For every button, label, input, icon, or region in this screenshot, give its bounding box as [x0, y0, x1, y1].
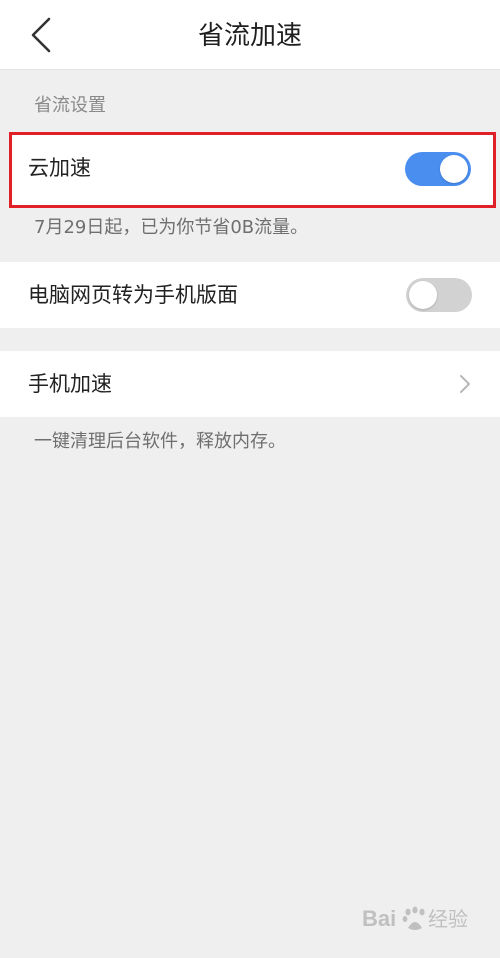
section-label-traffic-settings: 省流设置	[34, 95, 106, 116]
baidu-jingyan-watermark: Bai 经验	[362, 902, 484, 940]
svg-text:经验: 经验	[428, 908, 468, 931]
page-title: 省流加速	[197, 21, 302, 51]
desktop-to-mobile-toggle[interactable]	[406, 278, 472, 312]
phone-accel-hint: 一键清理后台软件，释放内存。	[34, 431, 286, 452]
phone-accel-row[interactable]: 手机加速	[0, 351, 500, 417]
desktop-to-mobile-row[interactable]: 电脑网页转为手机版面	[0, 262, 500, 328]
cloud-accel-row[interactable]: 云加速	[9, 132, 496, 208]
svg-text:Bai: Bai	[362, 906, 396, 931]
top-nav-bar: 省流加速	[0, 0, 500, 70]
cloud-accel-hint: 7月29日起，已为你节省0B流量。	[34, 217, 309, 238]
chevron-right-icon	[460, 375, 470, 393]
cloud-accel-label: 云加速	[28, 156, 91, 180]
toggle-knob	[440, 155, 468, 183]
baidu-logo-icon: Bai 经验	[362, 906, 468, 931]
cloud-accel-toggle[interactable]	[405, 152, 471, 186]
phone-accel-label: 手机加速	[28, 372, 112, 396]
toggle-knob	[409, 281, 437, 309]
desktop-to-mobile-label: 电脑网页转为手机版面	[28, 283, 238, 307]
page: 省流加速 省流设置 云加速 7月29日起，已为你节省0B流量。 电脑网页转为手机…	[0, 0, 500, 958]
